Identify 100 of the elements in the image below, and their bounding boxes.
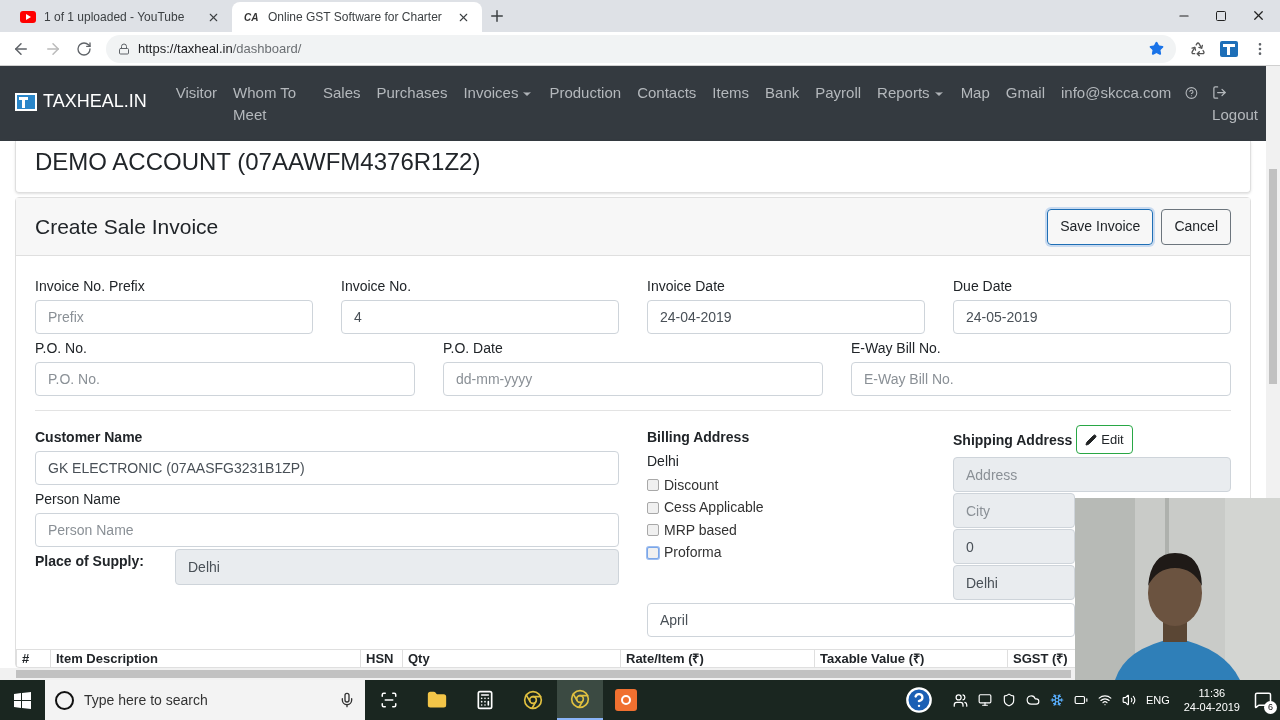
brand-logo-icon xyxy=(15,92,37,111)
month-field[interactable]: April xyxy=(647,603,1075,637)
column-header: # xyxy=(16,650,50,667)
maximize-icon[interactable] xyxy=(1215,9,1227,22)
nav-link[interactable]: Purchases xyxy=(368,82,456,104)
input-field[interactable]: P.O. No. xyxy=(35,362,415,396)
url-text: https://taxheal.in/dashboard/ xyxy=(138,39,302,58)
volume-icon[interactable] xyxy=(1121,693,1136,707)
favicon: CA xyxy=(244,10,260,25)
billing-address: Delhi xyxy=(647,452,680,471)
field-label: Billing Address xyxy=(647,428,751,447)
people-icon[interactable] xyxy=(952,692,968,708)
shield-icon[interactable] xyxy=(1001,693,1016,707)
field-label: P.O. No. xyxy=(35,339,88,358)
field-label: P.O. Date xyxy=(443,339,504,358)
input-field[interactable]: 24-04-2019 xyxy=(647,300,925,334)
logout-icon xyxy=(1212,85,1228,100)
address-field[interactable]: Delhi xyxy=(953,565,1075,600)
star-icon[interactable] xyxy=(1149,41,1164,56)
nav-link[interactable]: Map xyxy=(952,82,998,104)
nav-link[interactable]: Sales xyxy=(315,82,369,104)
reload-icon[interactable] xyxy=(76,40,92,57)
supply-select[interactable]: Delhi xyxy=(175,549,619,585)
input-field[interactable]: dd-mm-yyyy xyxy=(443,362,823,396)
checkbox-label: Cess Applicable xyxy=(664,498,764,518)
nav-link[interactable]: Production xyxy=(541,82,630,104)
field-label: Customer Name xyxy=(35,428,144,447)
input-field[interactable]: 24-05-2019 xyxy=(953,300,1231,334)
checkbox[interactable] xyxy=(647,524,659,537)
save-button[interactable]: Save Invoice xyxy=(1047,208,1154,245)
logout-link[interactable]: Logout xyxy=(1204,82,1266,126)
language-indicator[interactable]: ENG xyxy=(1145,691,1170,709)
cancel-button[interactable]: Cancel xyxy=(1161,208,1231,245)
checkbox[interactable] xyxy=(647,546,659,559)
nav-link[interactable]: info@skcca.com xyxy=(1053,82,1180,104)
task-view-icon[interactable] xyxy=(380,691,398,709)
card-title: Create Sale Invoice xyxy=(35,213,220,240)
nav-link[interactable]: Items xyxy=(704,82,758,104)
browser-icon[interactable] xyxy=(523,690,543,710)
input-field[interactable]: Prefix xyxy=(35,300,313,334)
nav-link[interactable]: Payroll xyxy=(807,82,870,104)
scrollbar-thumb[interactable] xyxy=(16,670,1071,678)
input-field[interactable]: E-Way Bill No. xyxy=(851,362,1231,396)
nav-link[interactable]: Gmail xyxy=(997,82,1053,104)
address-field[interactable]: 0 xyxy=(953,529,1075,564)
address-field[interactable]: https://taxheal.in/dashboard/ xyxy=(106,34,1176,63)
tray-icon[interactable] xyxy=(977,693,992,707)
extension-icon[interactable] xyxy=(1220,40,1238,57)
nav-link[interactable]: Invoices xyxy=(455,82,542,104)
field-label: Shipping Address xyxy=(953,431,1073,450)
search-field[interactable]: Type here to search xyxy=(45,680,365,720)
notification-count: 6 xyxy=(1264,701,1277,714)
help-icon[interactable] xyxy=(904,686,933,714)
nav-link[interactable]: Contacts xyxy=(629,82,705,104)
folder-icon[interactable] xyxy=(427,690,447,710)
checkbox-label: Proforma xyxy=(664,543,722,563)
column-header: Item Description xyxy=(50,650,360,667)
battery-icon[interactable] xyxy=(1073,693,1088,707)
column-header: HSN xyxy=(360,650,402,667)
wifi-icon[interactable] xyxy=(1097,693,1112,707)
field-label: Person Name xyxy=(35,490,122,509)
edit-button[interactable]: Edit xyxy=(1076,425,1133,454)
field-label: Due Date xyxy=(953,277,1014,296)
field-label: E-Way Bill No. xyxy=(851,339,942,358)
tab-title: Online GST Software for Charter xyxy=(268,9,443,26)
recorder-icon[interactable] xyxy=(615,689,637,711)
account-title: DEMO ACCOUNT (07AAWFM4376R1Z2) xyxy=(35,146,481,177)
clock-date: 24-04-2019 xyxy=(1183,700,1240,714)
customer-field[interactable]: GK ELECTRONIC (07AASFG3231B1ZP) xyxy=(35,451,619,485)
input-field[interactable]: 4 xyxy=(341,300,619,334)
column-header: Rate/Item (₹) xyxy=(620,650,814,667)
brand-name[interactable]: TAXHEAL.IN xyxy=(43,88,147,115)
field-label: Invoice No. xyxy=(341,277,413,296)
browser-icon xyxy=(570,689,590,709)
nav-link[interactable]: Whom To Meet xyxy=(225,82,307,126)
snowflake-icon[interactable] xyxy=(1049,693,1064,707)
address-field[interactable]: Address xyxy=(953,457,1231,492)
calculator-icon[interactable] xyxy=(475,690,495,710)
tab-title: 1 of 1 uploaded - YouTube xyxy=(44,9,186,26)
nav-link[interactable]: Reports xyxy=(869,82,953,104)
scrollbar-thumb[interactable] xyxy=(1269,169,1277,384)
start-icon[interactable] xyxy=(14,691,31,709)
field-label: Place of Supply: xyxy=(35,552,145,571)
checkbox[interactable] xyxy=(647,479,659,492)
address-field[interactable]: City xyxy=(953,493,1075,528)
new-tab-icon[interactable] xyxy=(488,7,506,25)
notifications-icon[interactable] xyxy=(1254,691,1272,709)
input-field[interactable]: Person Name xyxy=(35,513,619,547)
mic-icon[interactable] xyxy=(339,692,355,708)
extension-icon[interactable] xyxy=(1190,40,1206,57)
checkbox-label: MRP based xyxy=(664,520,737,540)
nav-link[interactable]: Visitor xyxy=(167,82,226,104)
browser-tab[interactable]: CA Online GST Software for Charter xyxy=(232,2,482,32)
cloud-icon[interactable] xyxy=(1025,693,1040,707)
close-icon[interactable] xyxy=(1251,8,1266,23)
search-icon xyxy=(55,690,74,710)
nav-link[interactable]: Bank xyxy=(757,82,808,104)
browser-taskbar-item[interactable] xyxy=(557,680,603,720)
checkbox[interactable] xyxy=(647,501,659,514)
search-placeholder: Type here to search xyxy=(84,690,209,710)
